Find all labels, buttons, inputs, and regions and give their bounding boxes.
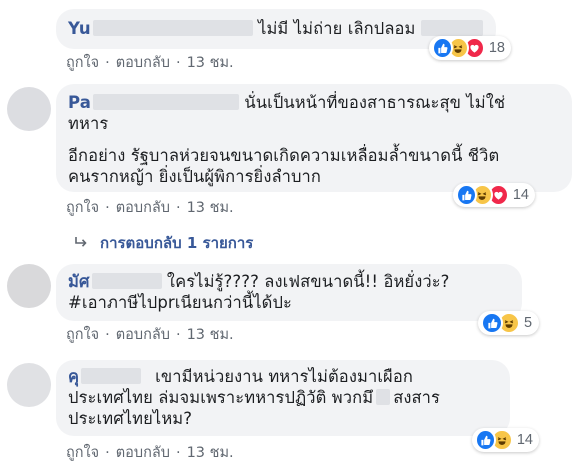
view-replies-link[interactable]: การตอบกลับ 1 รายการ [74, 231, 253, 255]
like-reaction-icon [432, 37, 453, 59]
comment-author[interactable]: Pa [68, 93, 91, 112]
reaction-summary[interactable]: 14 [453, 183, 535, 207]
reaction-summary[interactable]: 5 [478, 311, 539, 335]
separator: · [175, 200, 181, 216]
separator: · [105, 327, 110, 343]
separator: · [105, 55, 110, 71]
comment-text-line: ประเทศไทยไหม? [68, 409, 193, 428]
comment-author[interactable]: คุ [68, 367, 79, 386]
separator: · [175, 445, 181, 461]
comment-bubble: มัศ ใครไม่รู้???? ลงเฟสขนาดนี้!! อิหยั่ง… [56, 264, 522, 321]
comment-text: ไม่มี ไม่ถ่าย เลิกปลอม [258, 19, 416, 38]
reaction-count: 5 [524, 315, 533, 331]
separator: · [175, 327, 181, 343]
reply-link[interactable]: ตอบกลับ [116, 51, 170, 74]
comment-actions: ถูกใจ · ตอบกลับ · 13 ชม. [66, 441, 234, 464]
comment-actions: ถูกใจ · ตอบกลับ · 13 ชม. [66, 196, 234, 219]
like-reaction-icon [456, 184, 477, 206]
timestamp-link[interactable]: 13 ชม. [187, 51, 234, 74]
timestamp-link[interactable]: 13 ชม. [187, 196, 234, 219]
replies-label[interactable]: การตอบกลับ 1 รายการ [100, 231, 253, 255]
reply-link[interactable]: ตอบกลับ [116, 441, 170, 464]
timestamp-link[interactable]: 13 ชม. [187, 441, 234, 464]
reaction-summary[interactable]: 18 [429, 36, 511, 60]
like-link[interactable]: ถูกใจ [66, 196, 99, 219]
redacted-name [81, 368, 142, 384]
redacted-name [92, 20, 253, 36]
timestamp-link[interactable]: 13 ชม. [187, 323, 234, 346]
comment-text-line: เขามีหน่วยงาน ทหารไม่ต้องมาเผือก [155, 367, 413, 386]
reply-link[interactable]: ตอบกลับ [116, 323, 170, 346]
reaction-count: 14 [516, 432, 533, 448]
comments-thread: Yu ไม่มี ไม่ถ่าย เลิกปลอม 18 ถูกใจ · ตอบกล… [0, 0, 582, 467]
reply-link[interactable]: ตอบกลับ [116, 196, 170, 219]
comment-actions: ถูกใจ · ตอบกลับ · 13 ชม. [66, 323, 234, 346]
reaction-count: 18 [488, 40, 505, 56]
reaction-summary[interactable]: 14 [472, 428, 539, 452]
comment-text-line: สงสาร [393, 388, 441, 407]
hashtag-link[interactable]: #เอาภาษีไปprเนียนกว่านี้ได้ปะ [68, 292, 510, 313]
comment-text-line: ประเทศไทย ล่มจมเพราะทหารปฏิวัติ พวกมึ [68, 388, 374, 407]
like-reaction-icon [481, 312, 503, 334]
avatar[interactable] [7, 87, 51, 131]
redacted-text [376, 389, 391, 405]
like-link[interactable]: ถูกใจ [66, 51, 99, 74]
comment-text-paragraph: อีกอย่าง รัฐบาลห่วยจนขนาดเกิดความเหลื่อม… [68, 146, 500, 186]
comment-author[interactable]: Yu [68, 19, 91, 38]
redacted-text [420, 20, 483, 36]
separator: · [175, 55, 181, 71]
comment-text: ใครไม่รู้???? ลงเฟสขนาดนี้!! อิหยั่งว่ะ? [166, 272, 450, 291]
comment-text-line: ทหาร [68, 114, 109, 133]
comment-actions: ถูกใจ · ตอบกลับ · 13 ชม. [66, 51, 234, 74]
separator: · [105, 445, 110, 461]
like-link[interactable]: ถูกใจ [66, 441, 99, 464]
avatar[interactable] [7, 264, 51, 308]
redacted-name [92, 94, 239, 110]
separator: · [105, 200, 110, 216]
comment-text-line: นั่นเป็นหน้าที่ของสาธารณะสุข ไม่ใช่ [244, 93, 506, 112]
comment-bubble: Pa นั่นเป็นหน้าที่ของสาธารณะสุข ไม่ใช่ ท… [56, 84, 572, 192]
reply-arrow-icon [74, 234, 88, 252]
comment-bubble: คุ เขามีหน่วยงาน ทหารไม่ต้องมาเผือก ประเท… [56, 360, 510, 436]
reaction-count: 14 [512, 187, 529, 203]
like-link[interactable]: ถูกใจ [66, 323, 99, 346]
comment-author[interactable]: มัศ [68, 272, 90, 291]
redacted-name [91, 273, 162, 289]
avatar[interactable] [7, 363, 51, 407]
